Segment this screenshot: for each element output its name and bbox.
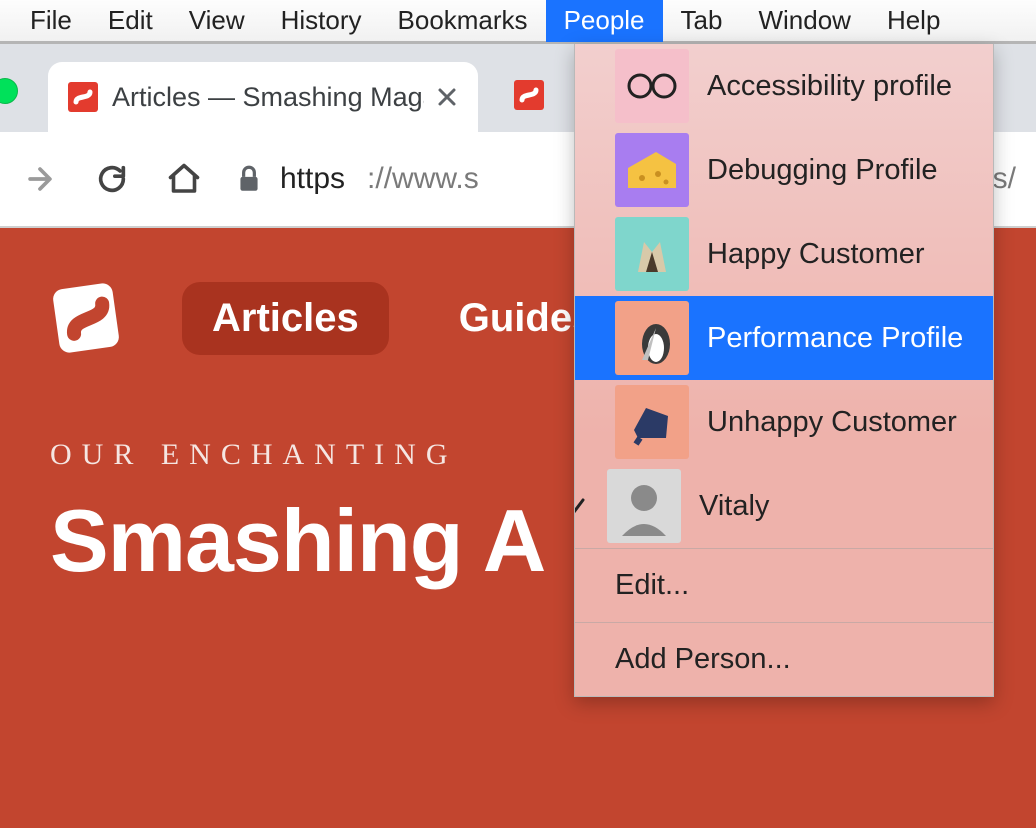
profile-label: Debugging Profile <box>707 154 938 187</box>
menu-help[interactable]: Help <box>869 0 958 42</box>
favicon-smashing-secondary-icon[interactable] <box>514 80 544 110</box>
favicon-smashing-icon <box>68 82 98 112</box>
profile-performance[interactable]: Performance Profile <box>575 296 993 380</box>
profile-label: Happy Customer <box>707 238 925 271</box>
browser-tab-active[interactable]: Articles — Smashing Magazi <box>48 62 478 132</box>
profile-accessibility[interactable]: Accessibility profile <box>575 44 993 128</box>
menu-history[interactable]: History <box>263 0 380 42</box>
check-icon <box>574 495 589 517</box>
menu-bookmarks[interactable]: Bookmarks <box>380 0 546 42</box>
site-logo-icon[interactable] <box>50 278 122 358</box>
url-host: ://www.s <box>367 162 479 196</box>
people-add-person[interactable]: Add Person... <box>575 623 993 696</box>
avatar-glasses-icon <box>615 49 689 123</box>
url-scheme: https <box>280 162 345 196</box>
profile-label: Performance Profile <box>707 322 963 355</box>
profile-happy-customer[interactable]: Happy Customer <box>575 212 993 296</box>
lock-icon <box>236 164 262 194</box>
close-tab-icon[interactable] <box>436 86 458 108</box>
reload-button[interactable] <box>92 159 132 199</box>
avatar-cat-icon <box>615 217 689 291</box>
traffic-light-green-icon[interactable] <box>0 78 18 104</box>
avatar-elephant-icon <box>615 385 689 459</box>
menu-tab[interactable]: Tab <box>663 0 741 42</box>
nav-articles[interactable]: Articles <box>182 282 389 355</box>
people-dropdown: Accessibility profile Debugging Profile … <box>574 44 994 697</box>
profile-label: Accessibility profile <box>707 70 952 103</box>
profile-vitaly[interactable]: Vitaly <box>575 464 993 548</box>
profile-label: Vitaly <box>699 490 769 523</box>
tab-title: Articles — Smashing Magazi <box>112 82 424 113</box>
profile-unhappy-customer[interactable]: Unhappy Customer <box>575 380 993 464</box>
avatar-penguin-icon <box>615 301 689 375</box>
menu-window[interactable]: Window <box>740 0 868 42</box>
avatar-person-icon <box>607 469 681 543</box>
forward-button[interactable] <box>20 159 60 199</box>
profile-label: Unhappy Customer <box>707 406 957 439</box>
home-button[interactable] <box>164 159 204 199</box>
menu-view[interactable]: View <box>171 0 263 42</box>
os-menubar: File Edit View History Bookmarks People … <box>0 0 1036 44</box>
menu-file[interactable]: File <box>12 0 90 42</box>
profile-debugging[interactable]: Debugging Profile <box>575 128 993 212</box>
people-edit[interactable]: Edit... <box>575 549 993 622</box>
menu-people[interactable]: People <box>546 0 663 42</box>
menu-edit[interactable]: Edit <box>90 0 171 42</box>
avatar-cheese-icon <box>615 133 689 207</box>
